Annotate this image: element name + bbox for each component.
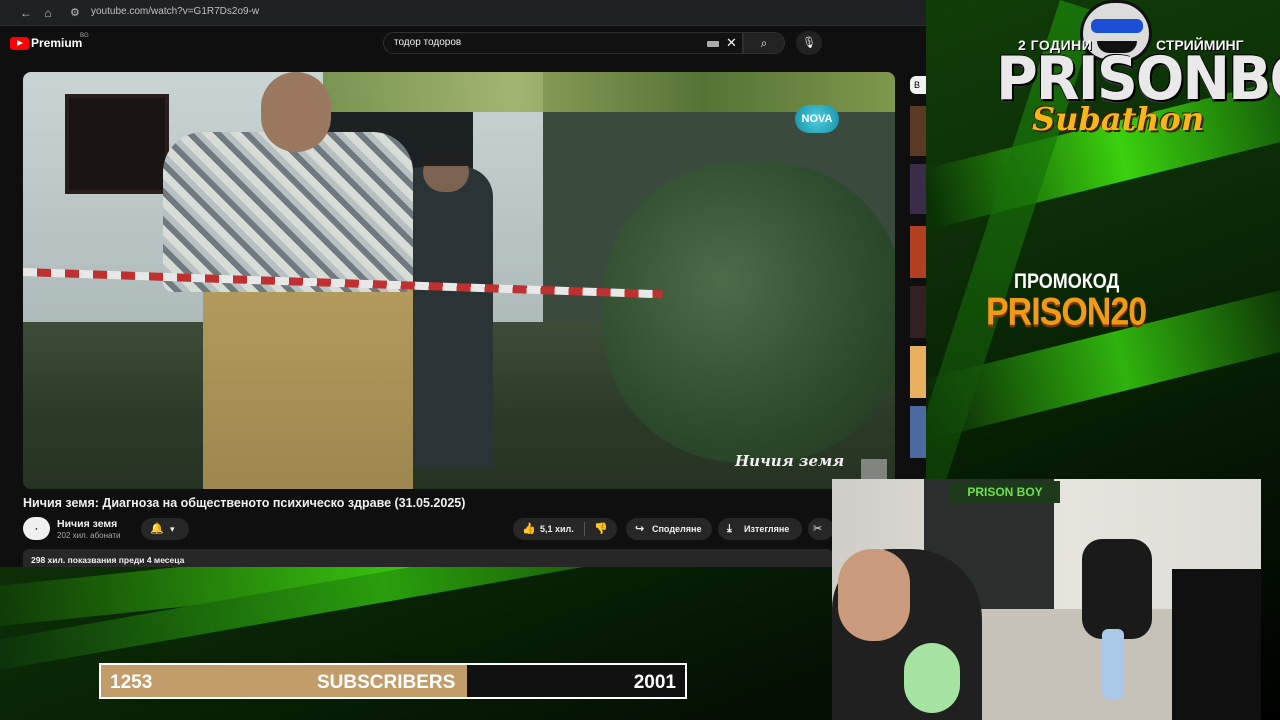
cam-bottle: [1102, 629, 1124, 699]
description-box[interactable]: 298 хил. показвания преди 4 месеца: [23, 549, 833, 567]
share-button[interactable]: ↪ Споделяне: [626, 518, 712, 540]
video-scene-window: [65, 94, 169, 194]
channel-watermark: NOVA: [795, 105, 839, 133]
video-scene-man-head: [261, 72, 331, 152]
youtube-header: Premium BG тодор тодоров ✕ ⌕ 🎙: [0, 26, 926, 62]
subscriber-current: 1253: [110, 672, 153, 693]
prisonboy-logo: 2 ГОДИНИ СТРИЙМИНГ PRISONBOY Subathon: [996, 0, 1280, 150]
clip-button[interactable]: ✂: [808, 518, 834, 540]
home-icon[interactable]: ⌂: [40, 5, 56, 21]
tune-icon[interactable]: ⚙: [70, 6, 84, 20]
youtube-brand[interactable]: Premium: [31, 36, 82, 50]
video-scene-man-legs: [203, 287, 413, 489]
subscription-bell-button[interactable]: 🔔 ▾: [141, 518, 189, 540]
mic-button[interactable]: 🎙: [796, 31, 822, 55]
search-value: тодор тодоров: [394, 37, 462, 48]
download-icon: ⤓: [727, 523, 732, 535]
subscriber-goal: 2001: [633, 672, 676, 693]
download-button[interactable]: ⤓ Изтегляне: [718, 518, 802, 540]
arrow-left-icon[interactable]: ←: [18, 5, 34, 21]
promo-code: PRISON20: [986, 290, 1147, 334]
webcam-feed: PRISON BOY: [832, 479, 1261, 720]
related-thumbnail[interactable]: [910, 226, 926, 278]
video-title: Ничия земя: Диагноза на общественото пси…: [23, 496, 466, 510]
cam-chair: [1082, 539, 1152, 639]
search-icon: ⌕: [760, 36, 768, 50]
youtube-logo-icon[interactable]: [10, 37, 29, 50]
chevron-down-icon: ▾: [170, 524, 175, 534]
related-thumbnail[interactable]: [910, 406, 926, 458]
related-thumbnail[interactable]: [910, 164, 926, 214]
stream-screen: ← ⌂ ⚙ youtube.com/watch?v=G1R7Ds2o9-w Pr…: [0, 0, 1280, 720]
subscriber-goal-bar: 1253 SUBSCRIBERS 2001: [99, 663, 687, 699]
share-icon: ↪: [635, 523, 645, 535]
close-icon[interactable]: ✕: [726, 35, 737, 51]
country-code: BG: [80, 33, 89, 39]
browser-window: ← ⌂ ⚙ youtube.com/watch?v=G1R7Ds2o9-w Pr…: [0, 0, 926, 567]
video-scene-cap: [421, 150, 471, 166]
related-thumbnail[interactable]: [910, 346, 926, 398]
video-scene-man-body: [163, 132, 413, 292]
subscriber-label: SUBSCRIBERS: [317, 672, 456, 693]
video-player[interactable]: NOVA Ничия земя: [23, 72, 895, 489]
streamer-shirt-logo: [904, 643, 960, 713]
sidebar-chip[interactable]: В: [910, 76, 926, 94]
description-meta: 298 хил. показвания преди 4 месеца: [31, 555, 185, 565]
related-thumbnail[interactable]: [910, 106, 926, 156]
video-scene-bush: [603, 162, 895, 462]
video-corner-logo: [861, 459, 887, 479]
like-dislike-group: 👍 5,1 хил. 👎: [513, 518, 617, 540]
url-text[interactable]: youtube.com/watch?v=G1R7Ds2o9-w: [91, 6, 259, 17]
mascot-glasses: [1091, 19, 1143, 33]
channel-avatar[interactable]: ●: [23, 517, 50, 540]
search-button[interactable]: ⌕: [743, 32, 785, 54]
mic-icon: 🎙: [802, 37, 816, 49]
event-name: Subathon: [1032, 100, 1205, 138]
like-count[interactable]: 5,1 хил.: [540, 518, 574, 540]
thumb-down-icon[interactable]: 👎: [594, 518, 608, 540]
like-divider: [584, 522, 585, 536]
streamer-head: [838, 549, 910, 641]
channel-name[interactable]: Ничия земя: [57, 518, 117, 530]
address-bar: ← ⌂ ⚙ youtube.com/watch?v=G1R7Ds2o9-w: [0, 0, 926, 26]
keyboard-icon[interactable]: [707, 41, 719, 47]
video-caption: Ничия земя: [735, 452, 845, 470]
share-label: Споделяне: [652, 524, 702, 534]
download-label: Изтегляне: [744, 524, 790, 534]
search-input[interactable]: тодор тодоров ✕: [383, 32, 743, 54]
scissors-icon: ✂: [813, 523, 823, 535]
cam-monitor: [1172, 569, 1261, 720]
channel-subscribers: 202 хил. абонати: [57, 531, 121, 540]
bell-icon: 🔔: [150, 523, 164, 535]
cam-neon-sign: PRISON BOY: [950, 481, 1060, 503]
thumb-up-icon[interactable]: 👍: [522, 518, 536, 540]
related-thumbnail[interactable]: [910, 286, 926, 338]
related-sidebar: В: [910, 76, 926, 476]
